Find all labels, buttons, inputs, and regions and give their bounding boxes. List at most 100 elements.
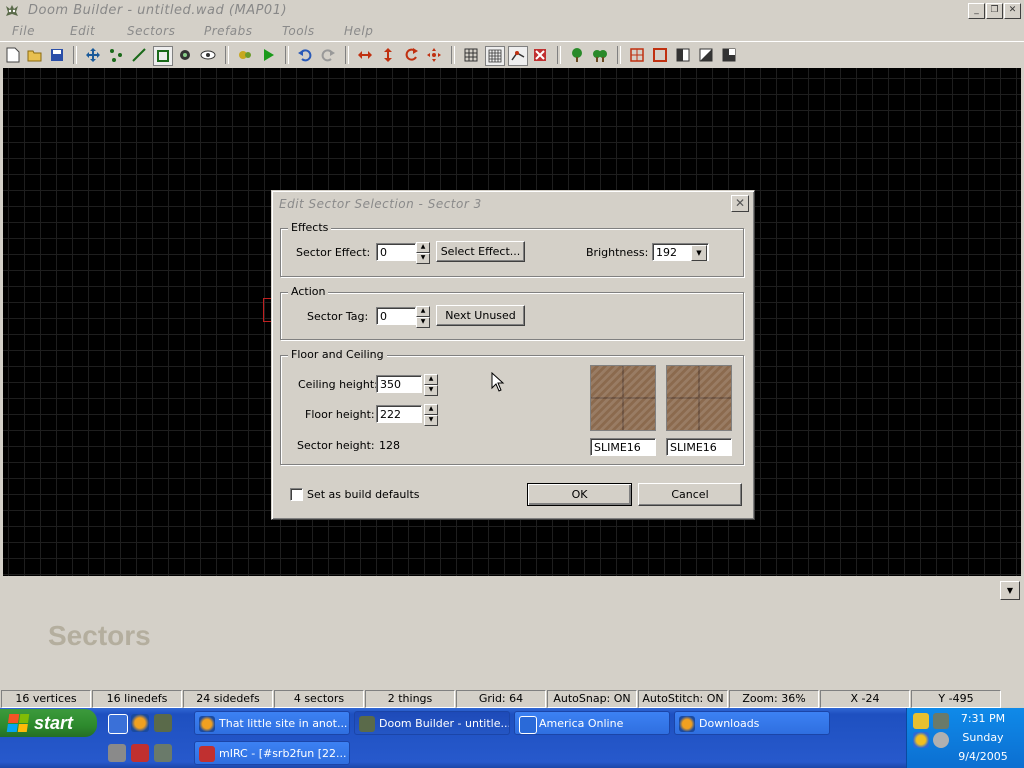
brightness-select[interactable]: 192 ▼ — [652, 243, 709, 261]
menu-prefabs[interactable]: Prefabs — [204, 24, 253, 38]
spin-up-icon[interactable]: ▲ — [424, 404, 438, 415]
dialog-close-button[interactable]: ✕ — [731, 195, 749, 212]
task-downloads[interactable]: Downloads — [674, 711, 830, 735]
sector-effect-field[interactable]: 0 — [376, 243, 416, 261]
mode-label: Sectors — [48, 620, 151, 651]
menu-tools[interactable]: Tools — [282, 24, 315, 38]
spin-down-icon[interactable]: ▼ — [416, 317, 430, 328]
grid-snap-icon[interactable] — [485, 46, 505, 66]
spin-down-icon[interactable]: ▼ — [424, 415, 438, 426]
sectors-mode-icon[interactable] — [153, 46, 173, 66]
floor-height-field[interactable]: 222 — [376, 405, 422, 423]
new-file-icon[interactable] — [4, 46, 22, 64]
vertices-mode-icon[interactable] — [107, 46, 125, 64]
view-sector-icon[interactable] — [651, 46, 669, 64]
status-sidedefs: 24 sidedefs — [183, 690, 273, 708]
save-icon[interactable] — [48, 46, 66, 64]
status-bar: 16 vertices 16 linedefs 24 sidedefs 4 se… — [0, 690, 1024, 708]
select-effect-button[interactable]: Select Effect... — [436, 241, 525, 262]
build-nodes-icon[interactable] — [236, 46, 254, 64]
quicklaunch-doom-builder-icon[interactable] — [154, 714, 172, 732]
menu-help[interactable]: Help — [344, 24, 373, 38]
chevron-down-icon[interactable]: ▼ — [691, 245, 707, 261]
stitch-vertices-icon[interactable] — [508, 46, 528, 66]
quicklaunch-game-icon[interactable] — [131, 744, 149, 762]
doom-builder-app-icon[interactable] — [4, 3, 20, 19]
quicklaunch-app-icon[interactable] — [108, 714, 128, 734]
spin-up-icon[interactable]: ▲ — [416, 306, 430, 317]
view-normal-icon[interactable] — [628, 46, 646, 64]
floor-height-spinner[interactable]: ▲ ▼ — [424, 404, 438, 426]
spin-up-icon[interactable]: ▲ — [424, 374, 438, 385]
task-mirc[interactable]: mIRC - [#srb2fun [22... — [194, 741, 350, 765]
task-firefox-site[interactable]: That little site in anot... — [194, 711, 350, 735]
ok-button[interactable]: OK — [527, 483, 632, 506]
ceiling-texture-field[interactable]: SLIME16 — [590, 438, 656, 456]
info-panel — [0, 577, 1024, 689]
things-mode-icon[interactable] — [176, 46, 194, 64]
tray-hand-icon[interactable] — [913, 713, 929, 729]
flip-vertical-icon[interactable] — [379, 46, 397, 64]
rotate-icon[interactable] — [402, 46, 420, 64]
ceiling-height-field[interactable]: 350 — [376, 375, 422, 393]
spin-down-icon[interactable]: ▼ — [424, 385, 438, 396]
menu-sectors[interactable]: Sectors — [127, 24, 175, 38]
task-america-online[interactable]: America Online — [514, 711, 670, 735]
test-map-icon[interactable] — [259, 46, 277, 64]
move-mode-icon[interactable] — [84, 46, 102, 64]
minimize-button[interactable]: _ — [968, 3, 985, 19]
merge-icon[interactable] — [531, 46, 549, 64]
floor-texture-preview[interactable] — [666, 365, 732, 431]
start-button[interactable]: start — [0, 709, 97, 737]
sector-tag-field[interactable]: 0 — [376, 307, 416, 325]
spin-down-icon[interactable]: ▼ — [416, 253, 430, 264]
tray-speaker-icon[interactable] — [933, 732, 949, 748]
clock-day: Sunday — [962, 731, 1004, 744]
build-defaults-checkbox[interactable] — [290, 488, 303, 501]
linedefs-mode-icon[interactable] — [130, 46, 148, 64]
quicklaunch-monitor-icon[interactable] — [154, 744, 172, 762]
sector-tag-spinner[interactable]: ▲ ▼ — [416, 306, 430, 328]
action-group-label: Action — [288, 285, 329, 298]
quicklaunch-tool-icon[interactable] — [108, 744, 126, 762]
ceiling-height-label: Ceiling height: — [298, 378, 378, 391]
clock-time[interactable]: 7:31 PM — [953, 712, 1013, 725]
floor-texture-field[interactable]: SLIME16 — [666, 438, 732, 456]
things-filter-icon[interactable] — [568, 46, 586, 64]
ceiling-texture-preview[interactable] — [590, 365, 656, 431]
clock-date: 9/4/2005 — [958, 750, 1008, 763]
view-floor-icon[interactable] — [697, 46, 715, 64]
things-group-icon[interactable] — [591, 46, 609, 64]
menu-file[interactable]: File — [12, 24, 35, 38]
3d-mode-icon[interactable] — [199, 46, 217, 64]
scale-icon[interactable] — [425, 46, 443, 64]
redo-icon[interactable] — [319, 46, 337, 64]
next-unused-button[interactable]: Next Unused — [436, 305, 525, 326]
task-doom-builder[interactable]: Doom Builder - untitle... — [354, 711, 510, 735]
tray-monitor-icon[interactable] — [933, 713, 949, 729]
status-grid: Grid: 64 — [456, 690, 546, 708]
maximize-button[interactable]: ❐ — [986, 3, 1003, 19]
open-folder-icon[interactable] — [26, 46, 44, 64]
toolbar-separator — [345, 46, 349, 64]
flip-horizontal-icon[interactable] — [356, 46, 374, 64]
grid-icon[interactable] — [462, 46, 480, 64]
sector-effect-spinner[interactable]: ▲ ▼ — [416, 242, 430, 264]
tray-network-icon[interactable] — [913, 732, 929, 748]
ceiling-height-spinner[interactable]: ▲ ▼ — [424, 374, 438, 396]
view-ceiling-icon[interactable] — [720, 46, 738, 64]
panel-dropdown-button[interactable]: ▼ — [1000, 581, 1020, 600]
aol-icon — [519, 716, 537, 734]
menu-edit[interactable]: Edit — [70, 24, 95, 38]
sector-height-label: Sector height: — [297, 439, 375, 452]
undo-icon[interactable] — [296, 46, 314, 64]
effects-group-label: Effects — [288, 221, 332, 234]
status-zoom: Zoom: 36% — [729, 690, 819, 708]
view-brightness-icon[interactable] — [674, 46, 692, 64]
cancel-button[interactable]: Cancel — [638, 483, 742, 506]
quicklaunch-firefox-icon[interactable] — [131, 714, 149, 732]
spin-up-icon[interactable]: ▲ — [416, 242, 430, 253]
close-window-button[interactable]: ✕ — [1004, 3, 1021, 19]
task-label: mIRC - [#srb2fun [22... — [219, 747, 347, 760]
toolbar-separator — [73, 46, 77, 64]
